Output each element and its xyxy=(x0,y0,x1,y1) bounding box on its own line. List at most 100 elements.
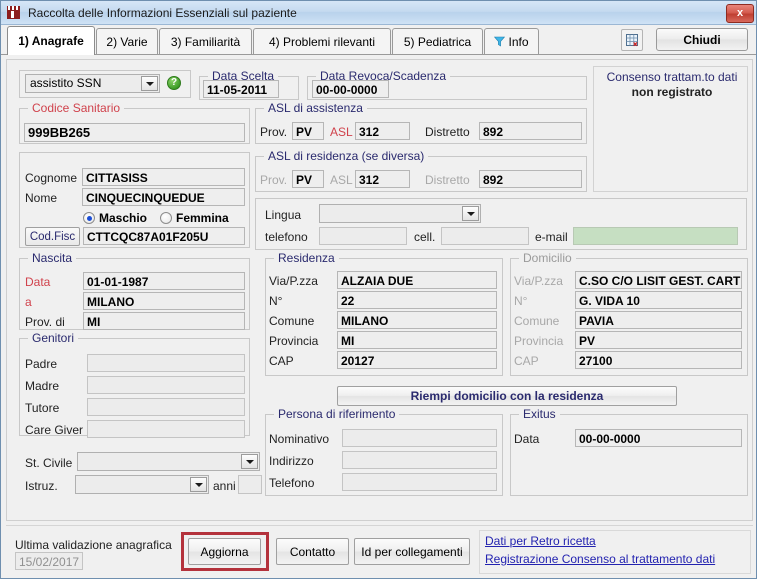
tab-varie[interactable]: 2) Varie xyxy=(96,28,158,54)
stato-civile-label: St. Civile xyxy=(25,456,73,470)
tab-familiarita[interactable]: 3) Familiarità xyxy=(159,28,252,54)
domicilio-provincia-label: Provincia xyxy=(514,334,564,348)
domicilio-comune-field[interactable]: PAVIA xyxy=(575,311,742,329)
stato-civile-select[interactable] xyxy=(77,452,260,471)
ultima-validazione-label: Ultima validazione anagrafica xyxy=(15,538,172,552)
domicilio-via-field[interactable]: C.SO C/O LISIT GEST. CARTE xyxy=(575,271,742,289)
exitus-legend: Exitus xyxy=(519,407,560,421)
riferimento-telefono-field[interactable] xyxy=(342,473,497,491)
cognome-label: Cognome xyxy=(25,171,78,185)
tab-info[interactable]: Info xyxy=(484,28,539,54)
domicilio-cap-label: CAP xyxy=(514,354,539,368)
nascita-prov-label: Prov. di xyxy=(25,315,65,329)
cognome-field[interactable]: CITTASISS xyxy=(82,168,245,186)
radio-maschio-dot xyxy=(83,212,95,224)
asl-residenza-legend: ASL di residenza (se diversa) xyxy=(264,149,429,163)
riempi-domicilio-button[interactable]: Riempi domicilio con la residenza xyxy=(337,386,677,406)
residenza-n-label: N° xyxy=(269,294,283,308)
madre-field[interactable] xyxy=(87,376,245,394)
madre-label: Madre xyxy=(25,379,60,393)
residenza-n-field[interactable]: 22 xyxy=(337,291,497,309)
caregiver-field[interactable] xyxy=(87,420,245,438)
cell-field[interactable] xyxy=(441,227,529,245)
domicilio-legend: Domicilio xyxy=(519,251,576,265)
telefono-label: telefono xyxy=(265,230,308,244)
nascita-luogo-field[interactable]: MILANO xyxy=(83,292,245,310)
istruzione-select[interactable] xyxy=(75,475,209,494)
tab-problemi-rilevanti[interactable]: 4) Problemi rilevanti xyxy=(253,28,391,54)
asl-assistenza-asl-value[interactable]: 312 xyxy=(355,122,410,140)
padre-field[interactable] xyxy=(87,354,245,372)
nascita-data-label: Data xyxy=(25,275,51,289)
application-window: Raccolta delle Informazioni Essenziali s… xyxy=(0,0,757,579)
exitus-data-field[interactable]: 00-00-0000 xyxy=(575,429,742,447)
persona-riferimento-legend: Persona di riferimento xyxy=(274,407,400,421)
residenza-comune-field[interactable]: MILANO xyxy=(337,311,497,329)
radio-maschio[interactable]: Maschio xyxy=(83,211,147,225)
title-bar: Raccolta delle Informazioni Essenziali s… xyxy=(1,1,756,25)
tutore-field[interactable] xyxy=(87,398,245,416)
close-icon[interactable]: x xyxy=(726,4,754,23)
chevron-down-icon[interactable] xyxy=(190,477,207,492)
asl-assistenza-distretto-value[interactable]: 892 xyxy=(479,122,582,140)
codice-sanitario-value[interactable]: 999BB265 xyxy=(24,123,245,142)
asl-residenza-asl-value[interactable]: 312 xyxy=(355,170,410,188)
nominativo-field[interactable] xyxy=(342,429,497,447)
domicilio-n-label: N° xyxy=(514,294,528,308)
domicilio-cap-field[interactable]: 27100 xyxy=(575,351,742,369)
anni-field[interactable] xyxy=(238,475,262,494)
chevron-down-icon[interactable] xyxy=(141,76,158,91)
email-field[interactable] xyxy=(573,227,738,245)
nascita-prov-field[interactable]: MI xyxy=(83,312,245,330)
domicilio-provincia-field[interactable]: PV xyxy=(575,331,742,349)
exitus-group: Exitus xyxy=(510,407,748,496)
grid-table-icon[interactable] xyxy=(621,29,643,51)
residenza-provincia-field[interactable]: MI xyxy=(337,331,497,349)
window-title: Raccolta delle Informazioni Essenziali s… xyxy=(28,5,297,20)
link-retro-ricetta[interactable]: Dati per Retro ricetta xyxy=(485,534,596,548)
codfisc-field[interactable]: CTTCQC87A01F205U xyxy=(83,227,245,245)
tipo-assistenza-value: assistito SSN xyxy=(30,76,102,90)
tab-varie-label: 2) Varie xyxy=(106,34,148,49)
indirizzo-field[interactable] xyxy=(342,451,497,469)
tipo-assistenza-select[interactable]: assistito SSN xyxy=(25,74,160,93)
data-revoca-value[interactable]: 00-00-0000 xyxy=(312,80,389,98)
asl-residenza-distretto-label: Distretto xyxy=(425,173,470,187)
chiudi-button[interactable]: Chiudi xyxy=(656,28,748,51)
chevron-down-icon[interactable] xyxy=(241,454,258,469)
genitori-legend: Genitori xyxy=(28,331,79,345)
asl-assistenza-asl-label: ASL xyxy=(330,125,353,139)
tab-pediatrica-label: 5) Pediatrica xyxy=(403,34,472,49)
radio-femmina-label: Femmina xyxy=(176,211,229,225)
lingua-select[interactable] xyxy=(319,204,481,223)
radio-femmina[interactable]: Femmina xyxy=(160,211,229,225)
asl-assistenza-distretto-label: Distretto xyxy=(425,125,470,139)
codfisc-button[interactable]: Cod.Fisc xyxy=(25,227,80,246)
asl-assistenza-prov-value[interactable]: PV xyxy=(292,122,324,140)
residenza-cap-field[interactable]: 20127 xyxy=(337,351,497,369)
residenza-via-field[interactable]: ALZAIA DUE xyxy=(337,271,497,289)
aggiorna-button[interactable]: Aggiorna xyxy=(188,538,261,565)
tab-bar: 1) Anagrafe 2) Varie 3) Familiarità 4) P… xyxy=(1,25,756,55)
castle-icon xyxy=(5,4,23,22)
question-help-icon[interactable]: ? xyxy=(167,76,181,90)
exitus-data-label: Data xyxy=(514,432,540,446)
asl-residenza-prov-value[interactable]: PV xyxy=(292,170,324,188)
nome-field[interactable]: CINQUECINQUEDUE xyxy=(82,188,245,206)
tab-info-label: Info xyxy=(508,34,529,49)
email-label: e-mail xyxy=(535,230,568,244)
nascita-a-label: a xyxy=(25,295,32,309)
asl-residenza-distretto-value[interactable]: 892 xyxy=(479,170,582,188)
tab-anagrafe[interactable]: 1) Anagrafe xyxy=(7,26,95,55)
domicilio-n-field[interactable]: G. VIDA 10 xyxy=(575,291,742,309)
data-scelta-value[interactable]: 11-05-2011 xyxy=(203,80,279,98)
link-registrazione-consenso[interactable]: Registrazione Consenso al trattamento da… xyxy=(485,552,715,566)
telefono-field[interactable] xyxy=(319,227,407,245)
id-collegamenti-button[interactable]: Id per collegamenti xyxy=(354,538,470,565)
tab-pediatrica[interactable]: 5) Pediatrica xyxy=(392,28,483,54)
cell-label: cell. xyxy=(414,230,436,244)
contatto-button[interactable]: Contatto xyxy=(276,538,349,565)
radio-maschio-label: Maschio xyxy=(99,211,148,225)
nascita-data-field[interactable]: 01-01-1987 xyxy=(83,272,245,290)
chevron-down-icon[interactable] xyxy=(462,206,479,221)
